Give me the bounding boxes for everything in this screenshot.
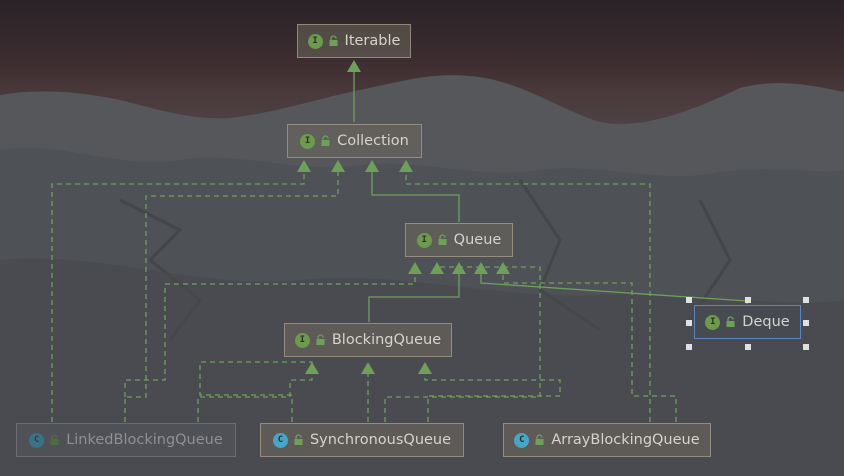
arrow-iterable xyxy=(347,60,361,72)
interface-icon: I xyxy=(300,133,316,149)
lock-icon xyxy=(321,135,330,146)
lock-icon xyxy=(535,434,544,445)
node-label: Deque xyxy=(742,314,790,330)
arrow-collection-4 xyxy=(399,160,413,172)
lock-icon xyxy=(438,234,447,245)
node-label: ArrayBlockingQueue xyxy=(551,432,700,448)
edge-array-collection xyxy=(405,170,651,422)
class-icon: C xyxy=(272,432,288,448)
arrow-queue-5 xyxy=(496,262,510,274)
interface-icon: I xyxy=(416,232,432,248)
selection-handle-ne[interactable] xyxy=(803,297,809,303)
node-label: Iterable xyxy=(344,33,401,49)
interface-icon: I xyxy=(705,314,721,330)
edge-sync-collection xyxy=(199,361,313,422)
selection-handle-w[interactable] xyxy=(686,320,692,326)
interface-icon: I xyxy=(294,332,310,348)
edge-queue-collection xyxy=(371,170,460,222)
node-label: LinkedBlockingQueue xyxy=(66,432,223,448)
edge-linked-queue xyxy=(124,170,339,422)
node-deque[interactable]: I Deque xyxy=(694,305,801,339)
lock-icon xyxy=(50,434,59,445)
lock-icon xyxy=(726,316,735,327)
arrow-queue-1 xyxy=(408,262,422,274)
lock-icon xyxy=(316,334,325,345)
edge-blockingqueue-queue xyxy=(368,272,460,322)
selection-handle-n[interactable] xyxy=(745,297,751,303)
node-linkedblockingqueue[interactable]: C LinkedBlockingQueue xyxy=(16,423,236,457)
node-synchronousqueue[interactable]: C SynchronousQueue xyxy=(260,423,464,457)
node-collection[interactable]: I Collection xyxy=(287,124,422,158)
arrow-queue-2 xyxy=(430,262,444,274)
selection-handle-s[interactable] xyxy=(745,344,751,350)
interface-icon: I xyxy=(307,33,323,49)
node-blockingqueue[interactable]: I BlockingQueue xyxy=(284,323,452,357)
node-label: Queue xyxy=(453,232,502,248)
node-label: SynchronousQueue xyxy=(309,432,452,448)
edge-sync-queue xyxy=(197,372,313,422)
edge-deque-queue xyxy=(480,272,748,304)
arrow-blockingqueue-3 xyxy=(418,362,432,374)
lock-icon xyxy=(329,35,338,46)
lock-icon xyxy=(294,434,303,445)
selection-handle-sw[interactable] xyxy=(686,344,692,350)
arrow-blockingqueue-2 xyxy=(361,362,375,374)
node-label: BlockingQueue xyxy=(331,332,442,348)
class-icon: C xyxy=(514,432,530,448)
node-label: Collection xyxy=(337,133,409,149)
arrow-collection-3 xyxy=(365,160,379,172)
arrow-queue-3 xyxy=(452,262,466,274)
selection-handle-e[interactable] xyxy=(803,320,809,326)
selection-handle-nw[interactable] xyxy=(686,297,692,303)
selection-handle-se[interactable] xyxy=(803,344,809,350)
arrow-collection-1 xyxy=(297,160,311,172)
node-iterable[interactable]: I Iterable xyxy=(297,24,411,58)
arrow-collection-2 xyxy=(331,160,345,172)
arrow-queue-4 xyxy=(474,262,488,274)
edge-linked-collection xyxy=(51,170,305,422)
arrow-blockingqueue-1 xyxy=(305,362,319,374)
class-icon: C xyxy=(29,432,45,448)
node-arrayblockingqueue[interactable]: C ArrayBlockingQueue xyxy=(503,423,711,457)
node-queue[interactable]: I Queue xyxy=(405,223,513,257)
